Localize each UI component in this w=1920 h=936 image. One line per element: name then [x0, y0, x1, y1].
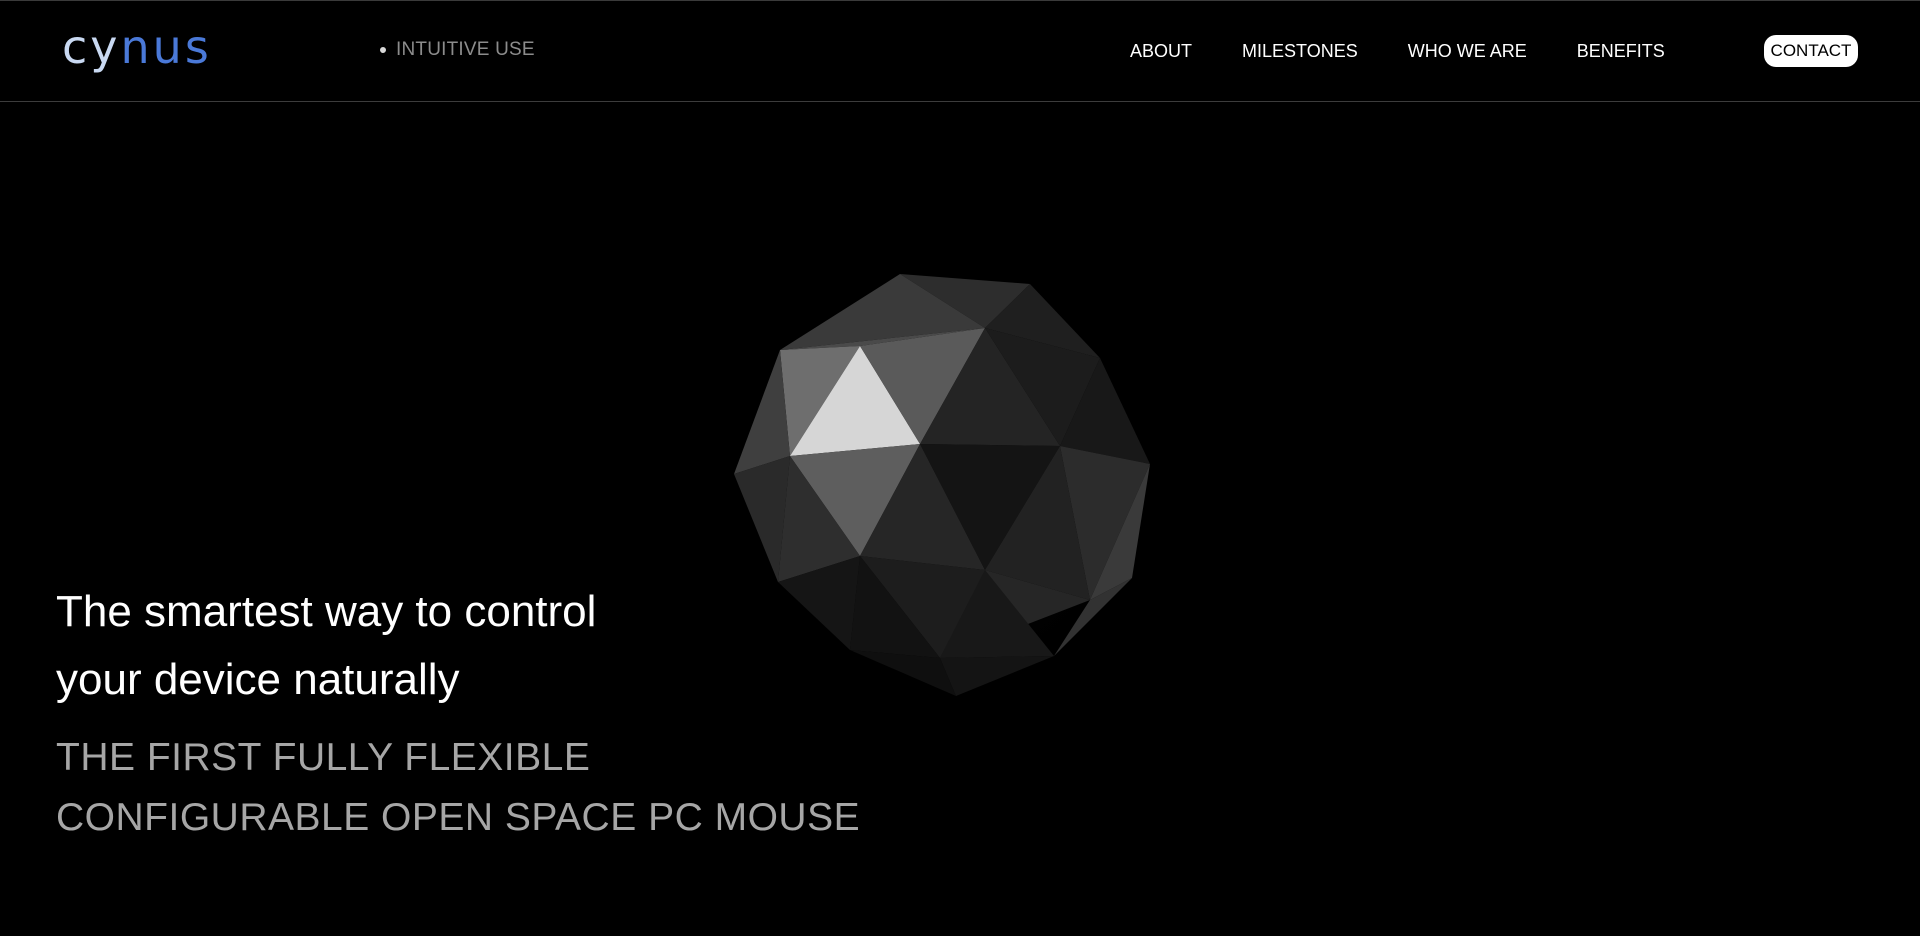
hero-title-line-2: your device naturally — [56, 655, 460, 704]
hero-subtitle-line-1: THE FIRST FULLY FLEXIBLE — [56, 736, 591, 779]
contact-button[interactable]: CONTACT — [1764, 35, 1858, 67]
logo-text-part-b: nus — [120, 20, 212, 74]
hero-subtitle: THE FIRST FULLY FLEXIBLE CONFIGURABLE OP… — [56, 728, 956, 848]
logo-text-part-a: cy — [62, 20, 121, 74]
nav-link-who-we-are[interactable]: WHO WE ARE — [1408, 41, 1527, 62]
nav-link-benefits[interactable]: BENEFITS — [1577, 41, 1665, 62]
section-indicator-label: INTUITIVE USE — [396, 39, 535, 60]
section-indicator: INTUITIVE USE — [380, 39, 535, 61]
site-header: cynus INTUITIVE USE ABOUT MILESTONES WHO… — [0, 1, 1920, 102]
landing-page: cynus INTUITIVE USE ABOUT MILESTONES WHO… — [0, 0, 1920, 936]
bullet-dot-icon — [380, 47, 386, 53]
main-nav: ABOUT MILESTONES WHO WE ARE BENEFITS — [1130, 39, 1665, 63]
hero-title-line-1: The smartest way to control — [56, 587, 597, 636]
nav-link-about[interactable]: ABOUT — [1130, 41, 1192, 62]
nav-link-milestones[interactable]: MILESTONES — [1242, 41, 1358, 62]
brand-logo[interactable]: cynus — [62, 19, 212, 75]
hero-subtitle-line-2: CONFIGURABLE OPEN SPACE PC MOUSE — [56, 796, 861, 839]
hero-title: The smartest way to control your device … — [56, 578, 856, 714]
